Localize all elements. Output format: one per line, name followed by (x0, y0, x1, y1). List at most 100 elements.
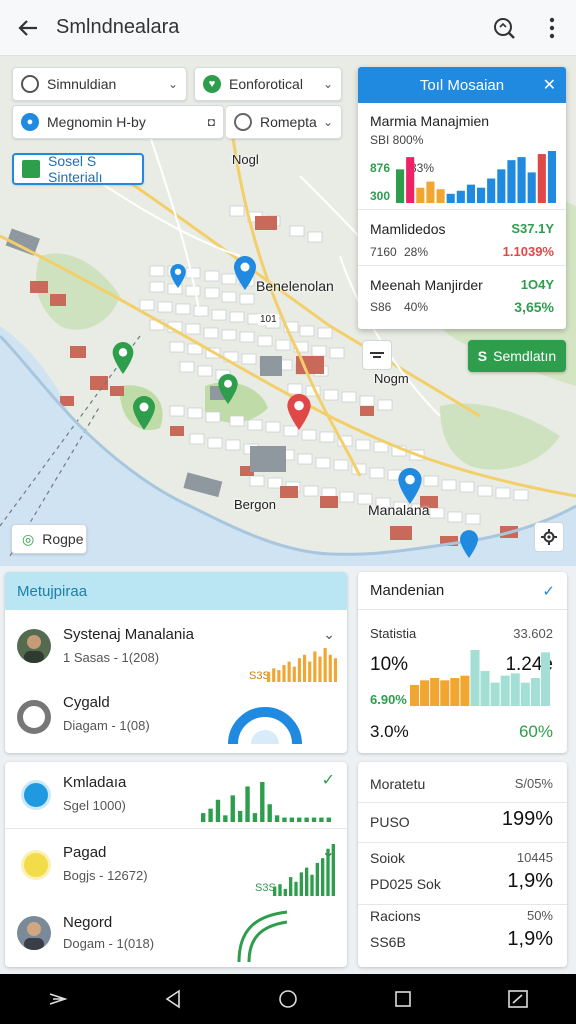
chart-bar (283, 888, 287, 896)
stats-foot-right: 60% (518, 722, 553, 741)
stats-value: 33.602 (513, 626, 553, 641)
chart-bar (315, 862, 319, 896)
stats-foot-left: 3.0% (370, 722, 409, 741)
divider (358, 842, 567, 843)
semdlatin-button[interactable]: S Semdlatın (468, 340, 566, 372)
map-pin-icon[interactable] (398, 468, 422, 504)
overlay-bar-chart (396, 151, 556, 203)
settings-button[interactable] (534, 522, 564, 552)
nav-assist-button[interactable] (38, 979, 78, 1019)
map-pin-icon[interactable] (170, 264, 186, 288)
more-button[interactable] (528, 0, 576, 56)
chart-bar (440, 680, 450, 706)
summary-card: Metujpiraa Systenaj Manalania 1 Sasas - … (5, 572, 347, 753)
chart-bar (540, 652, 550, 706)
search-icon (494, 17, 515, 39)
map-pin-green-icon[interactable] (218, 374, 238, 404)
chart-bar (274, 815, 280, 822)
pin-icon: ● (21, 113, 39, 131)
chart-bar (308, 661, 312, 682)
chart-bar (547, 151, 556, 203)
chart-bar (311, 817, 317, 822)
map-pin-red-icon[interactable] (287, 394, 311, 430)
row-title: Systenaj Manalania (63, 626, 194, 643)
map-pin-icon[interactable] (460, 530, 478, 558)
check-icon[interactable]: ✓ (542, 582, 555, 600)
overlay-value: 7160 (370, 245, 397, 259)
sparkline-bars (201, 782, 331, 822)
chart-bar (321, 858, 325, 896)
search-button[interactable] (480, 0, 528, 56)
chart-bar (530, 678, 540, 706)
chart-bar (436, 189, 445, 203)
nav-recents-button[interactable] (383, 979, 423, 1019)
chart-bar (507, 160, 516, 203)
metric-value: 199% (501, 808, 553, 830)
close-icon[interactable]: ✕ (543, 75, 556, 95)
stats-small-left: 6.90% (370, 692, 407, 707)
nav-home-button[interactable] (268, 979, 308, 1019)
metric-label: SS6B (370, 934, 406, 950)
filter-chip-1[interactable]: Simnuldian ⌄ (12, 67, 187, 101)
gauge-icon (228, 707, 302, 745)
filter-chip-4[interactable]: Romepta ⌄ (226, 105, 342, 139)
screenshot-icon (508, 990, 529, 1008)
chart-bar (326, 848, 330, 896)
chart-bar (456, 190, 465, 203)
map-pin-green-icon[interactable] (112, 342, 134, 374)
row-subtitle: Dogam - 1(018) (63, 936, 155, 951)
circle-icon (234, 113, 252, 131)
overlay-value: 40% (404, 300, 429, 314)
layer-chip[interactable]: Sosel S Sinterialı (12, 153, 144, 185)
layers-button[interactable] (362, 340, 392, 370)
row-title: Negord (63, 914, 113, 931)
nav-back-button[interactable] (153, 979, 193, 1019)
chart-bar (416, 187, 425, 203)
page-icon: ◎ (22, 530, 35, 547)
chart-bar (500, 675, 510, 706)
chart-bar (282, 817, 287, 822)
chart-bar (450, 678, 460, 706)
sparkline-bars (273, 844, 335, 896)
chart-bar (520, 682, 530, 706)
chart-bar (304, 817, 309, 822)
metric-label: PD025 Sok (370, 876, 441, 892)
stats-big-left: 10% (370, 654, 409, 675)
nav-screenshot-button[interactable] (498, 979, 538, 1019)
filter-chip-2[interactable]: ♥ Eonforotical ⌄ (194, 67, 342, 101)
chart-bar (487, 178, 496, 203)
metrics-title-value: S/05% (514, 776, 553, 791)
globe-icon (21, 75, 39, 93)
filter-chip-3[interactable]: ● Megnomin H-by ◘ (12, 105, 224, 139)
chart-bar (480, 671, 490, 706)
overlay-panel: Toıl Mosaian ✕ Marmia Manajmien SBI 800%… (358, 67, 566, 329)
chart-bar (201, 813, 206, 822)
map-pin-icon[interactable] (234, 256, 256, 290)
map-pin-green-icon[interactable] (132, 396, 156, 430)
system-nav-bar (0, 974, 576, 1024)
stats-card-header: Mandenian ✓ (358, 572, 567, 610)
trend-curve-icon (237, 910, 288, 962)
chevron-down-icon[interactable]: ⌄ (323, 626, 335, 643)
chart-bar (267, 671, 271, 682)
chart-bar (272, 668, 276, 682)
overlay-number: 1O4Y (520, 277, 554, 292)
overlay-value: S86 (370, 300, 392, 314)
s-icon: S (477, 348, 488, 364)
stats-label: Statistia (370, 626, 417, 641)
chevron-down-icon: ⌄ (167, 77, 178, 91)
ring-icon (17, 700, 51, 734)
chart-bar (245, 786, 250, 822)
filter-chip-label: Simnuldian (47, 76, 117, 92)
back-button[interactable] (0, 0, 56, 56)
chart-bar (333, 658, 337, 682)
overlay-number: 3,65% (514, 299, 554, 315)
chart-bar (305, 867, 309, 896)
chart-bar (273, 886, 277, 896)
refresh-icon (21, 780, 51, 810)
metrics-title: Moratetu (370, 776, 426, 792)
chart-bar (396, 169, 405, 203)
page-chip[interactable]: ◎ Rogpe (11, 524, 87, 554)
sparkline-bars (267, 648, 337, 682)
chart-bar (510, 673, 520, 706)
